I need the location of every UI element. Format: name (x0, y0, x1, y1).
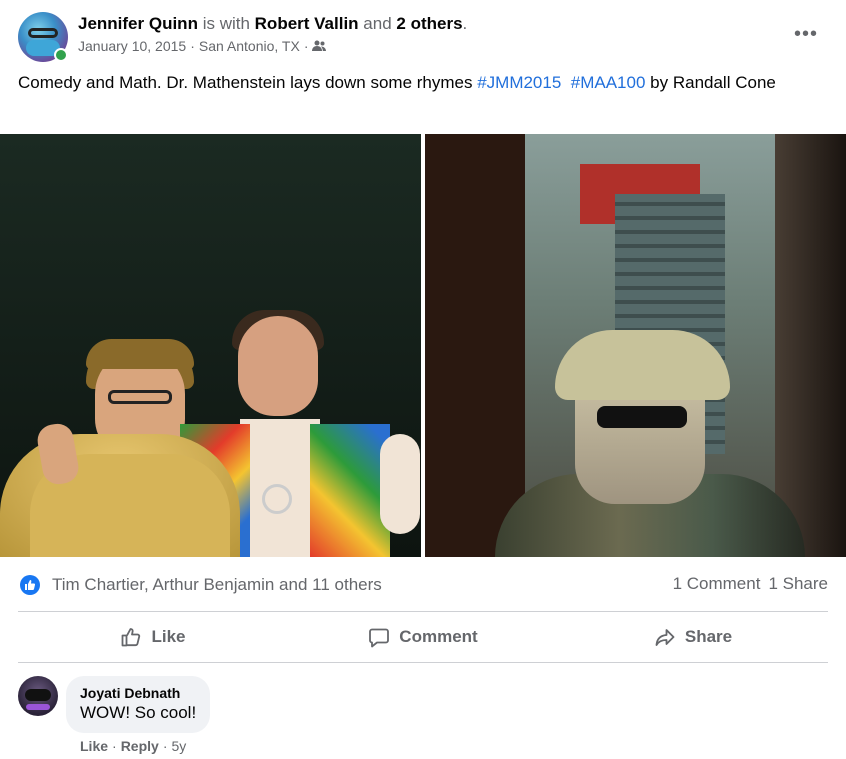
meta-separator: · (190, 38, 195, 54)
shadow-shape (425, 134, 525, 557)
comment-action-dot: · (112, 738, 117, 754)
post-header: Jennifer Quinn is with Robert Vallin and… (18, 12, 828, 62)
vr-headset-shape (25, 689, 51, 701)
comment-button[interactable]: Comment (288, 614, 558, 660)
comments-count-link[interactable]: 1 Comment (673, 574, 761, 594)
caption-tail: by Randall Cone (645, 73, 776, 92)
post-stats: Tim Chartier, Arthur Benjamin and 11 oth… (18, 566, 828, 604)
like-button-label: Like (151, 627, 186, 646)
share-arrow-icon (655, 629, 675, 646)
comment-reply-link[interactable]: Reply (121, 738, 159, 754)
photo-costumed-couple[interactable] (0, 134, 421, 557)
commenter-avatar[interactable] (18, 676, 58, 716)
vest-right-shape (310, 424, 390, 557)
projected-sunglasses-shape (597, 406, 687, 428)
post-title: Jennifer Quinn is with Robert Vallin and… (78, 14, 467, 34)
caption-text: Comedy and Math. Dr. Mathenstein lays do… (18, 73, 478, 92)
comment-action-dot-2: · (162, 738, 168, 754)
avatar-glasses (28, 28, 58, 38)
commenter-name-link[interactable]: Joyati Debnath (80, 684, 196, 702)
location-link[interactable]: San Antonio, TX (199, 38, 300, 54)
photo-projection[interactable] (425, 134, 846, 557)
like-button[interactable]: Like (18, 614, 288, 660)
divider (18, 662, 828, 663)
with-text: is with (197, 14, 255, 33)
scarf-top-shape (86, 339, 194, 369)
comment-text: WOW! So cool! (80, 703, 197, 722)
online-status-dot (54, 48, 68, 62)
meta-separator-2: · (303, 38, 309, 54)
author-name-link[interactable]: Jennifer Quinn (78, 14, 198, 33)
headset-band-shape (26, 704, 50, 710)
share-button-label: Share (684, 627, 733, 646)
projected-hat-shape (555, 330, 730, 400)
divider (18, 611, 828, 612)
comment-button-label: Comment (399, 627, 478, 646)
comment-like-link[interactable]: Like (80, 738, 108, 754)
post-actions: Like Comment Share (18, 614, 828, 660)
hashtag-maa100[interactable]: #MAA100 (571, 73, 646, 92)
share-button[interactable]: Share (558, 614, 828, 660)
comment-bubble-icon (369, 628, 390, 648)
post-meta: January 10, 2015 · San Antonio, TX · (78, 38, 327, 54)
and-text: and (358, 14, 397, 33)
hashtag-jmm2015[interactable]: #JMM2015 (477, 73, 561, 92)
like-reaction-icon (20, 575, 40, 595)
tagged-person-link[interactable]: Robert Vallin (255, 14, 359, 33)
post-caption: Comedy and Math. Dr. Mathenstein lays do… (18, 71, 828, 95)
comment-timestamp[interactable]: 5y (171, 738, 186, 754)
engagement-counts: 1 Comment 1 Share (673, 574, 828, 594)
reactors-link[interactable]: Tim Chartier, Arthur Benjamin and 11 oth… (52, 575, 382, 595)
more-options-icon[interactable]: ••• (794, 22, 818, 46)
comment-bubble: Joyati Debnath WOW! So cool! (66, 676, 211, 733)
post-date-link[interactable]: January 10, 2015 (78, 38, 186, 54)
others-link[interactable]: 2 others (396, 14, 462, 33)
photo-grid (0, 134, 846, 557)
title-period: . (462, 14, 468, 33)
man-head-shape (238, 316, 318, 416)
comment-actions: Like · Reply · 5y (80, 738, 186, 754)
peace-sign-shape (262, 484, 292, 514)
man-arm-shape (380, 434, 420, 534)
thumbs-up-icon (122, 628, 141, 647)
friends-icon[interactable] (312, 40, 327, 52)
comment-item: Joyati Debnath WOW! So cool! Like · Repl… (18, 676, 828, 756)
woman-glasses-shape (108, 390, 172, 404)
shares-count-link[interactable]: 1 Share (768, 574, 828, 594)
